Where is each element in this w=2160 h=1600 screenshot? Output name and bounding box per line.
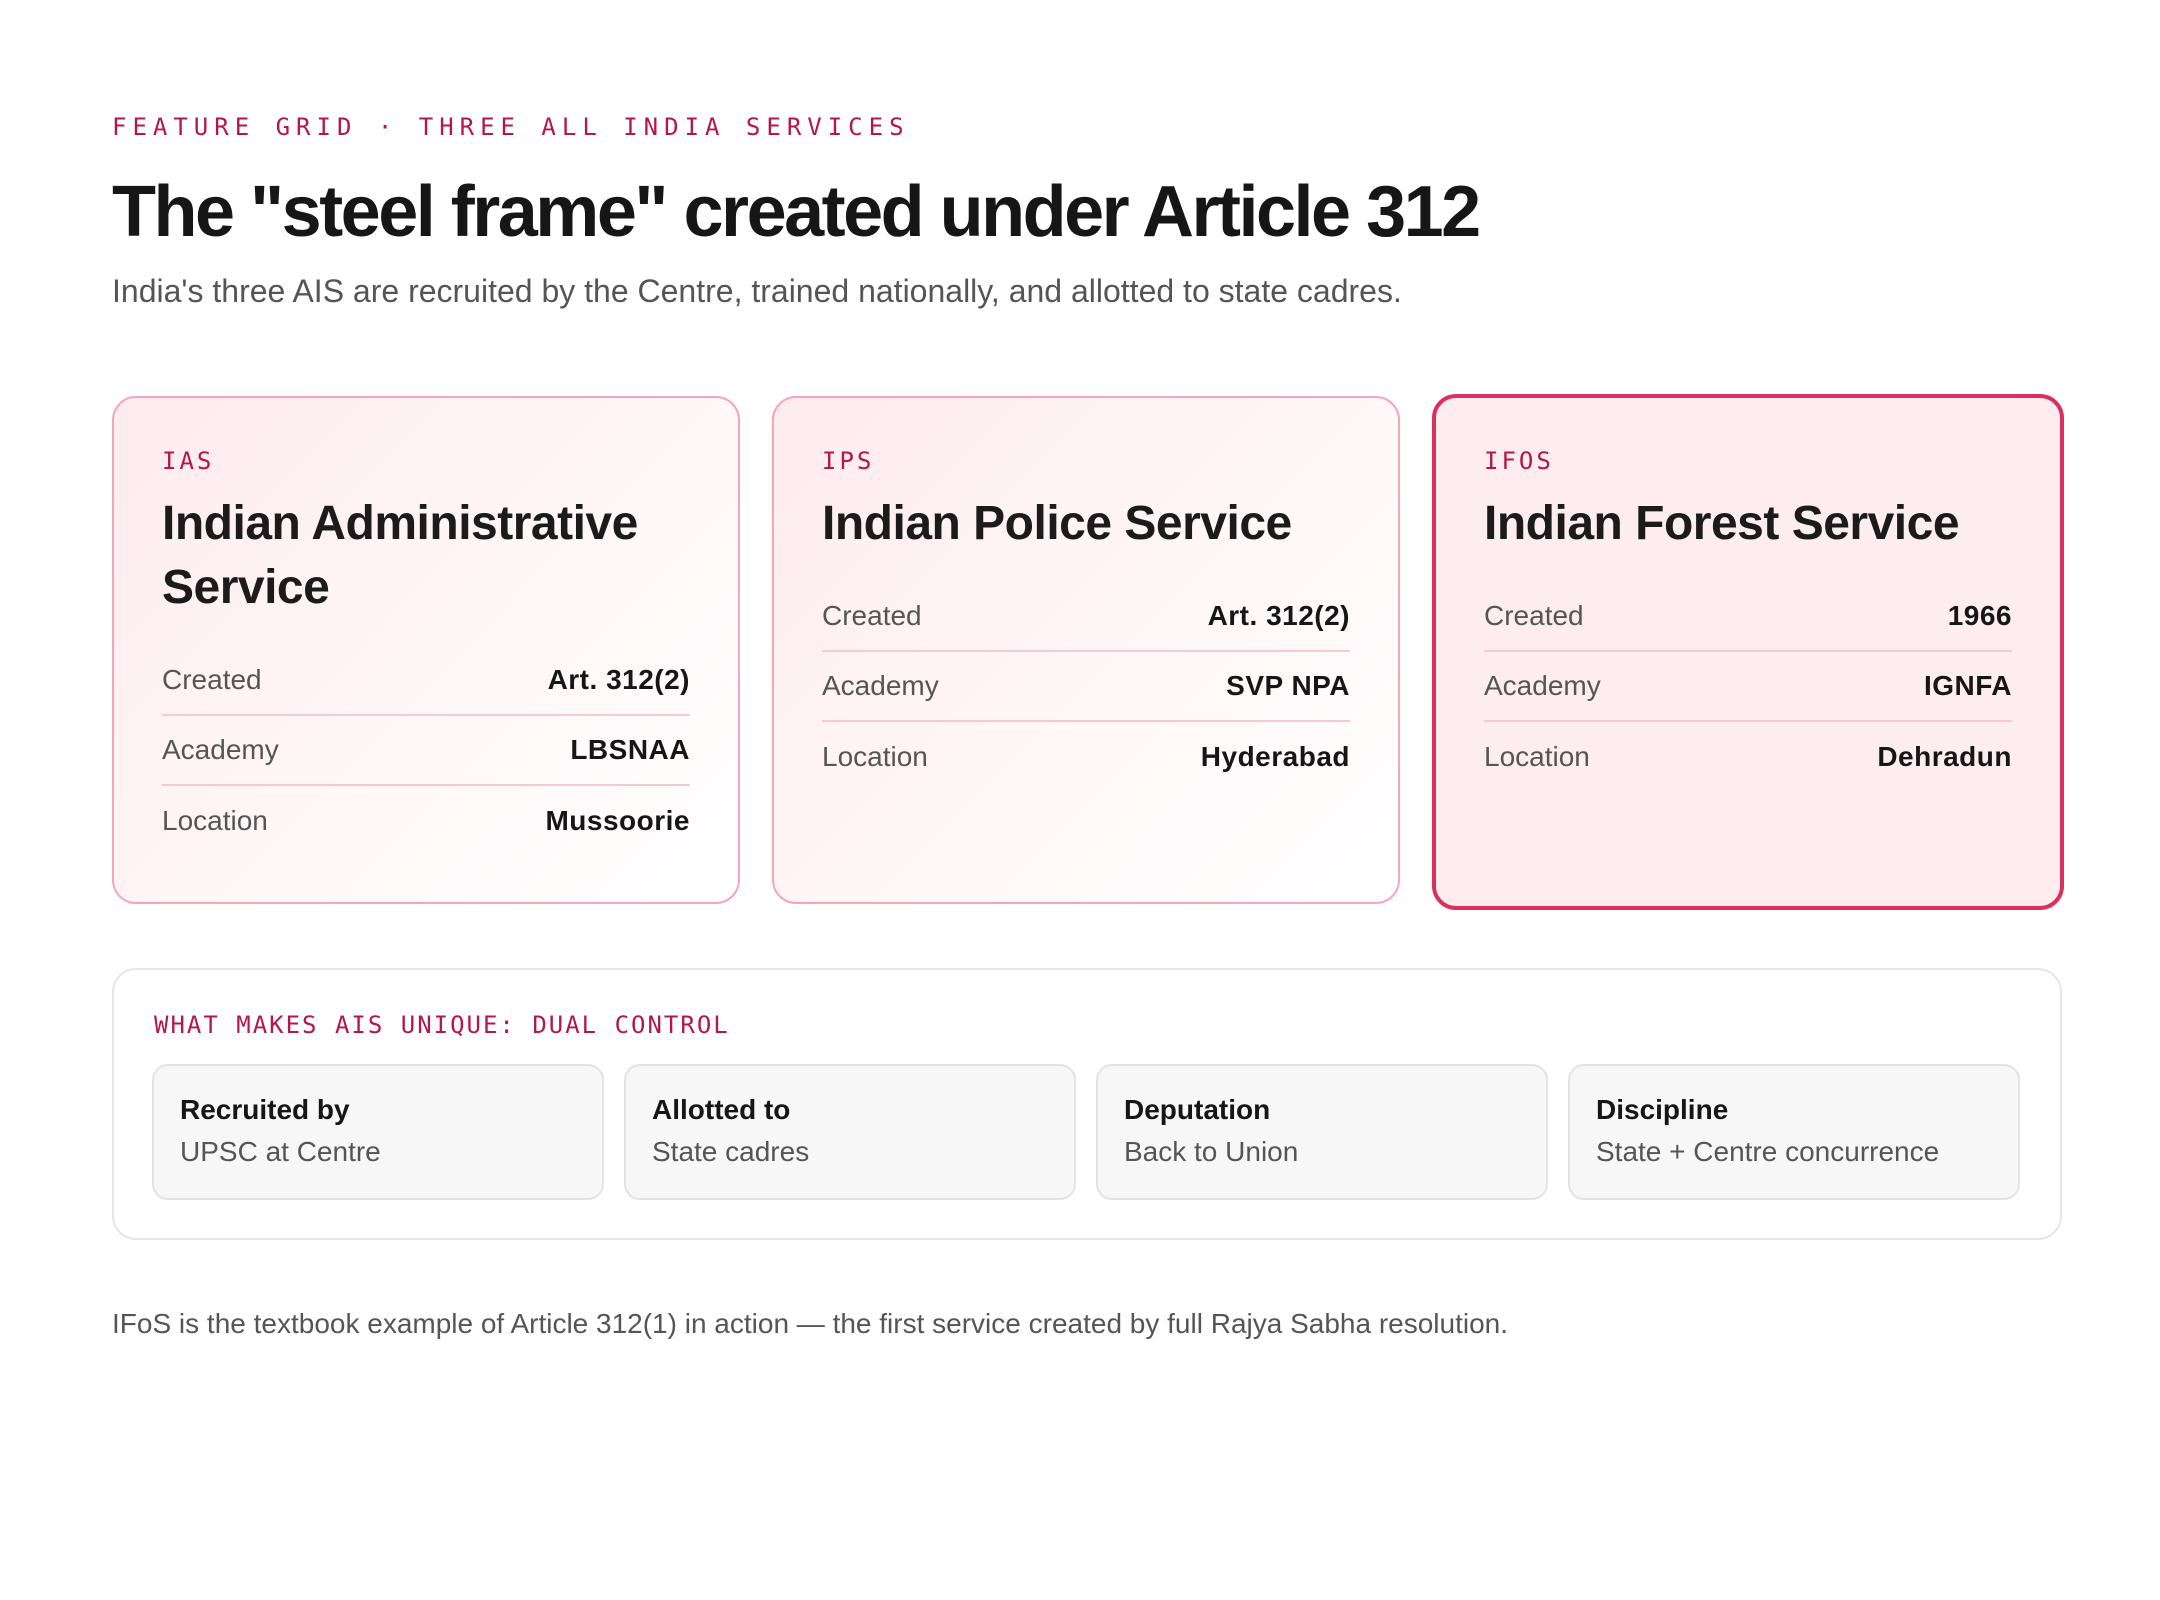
fact-label: Location [822,741,928,772]
page: FEATURE GRID · THREE ALL INDIA SERVICES … [112,110,2064,1339]
service-card-ips: IPS Indian Police Service Created Art. 3… [772,396,1400,904]
fact-label: Academy [822,670,939,701]
card-code: IFOS [1484,447,1554,475]
card-facts: Created Art. 312(2) Academy LBSNAA Locat… [162,646,690,856]
fact-label: Created [822,600,922,631]
fact-value: Art. 312(2) [1207,600,1350,631]
footnote: IFoS is the textbook example of Article … [112,1308,1509,1339]
fact-label: Created [162,664,262,695]
card-title: Indian Forest Service [1484,497,1960,550]
service-card-ifos-highlighted: IFOS Indian Forest Service Created 1966 … [1432,394,2064,910]
fact-row-academy: Academy IGNFA [1484,652,2012,722]
fact-label: Created [1484,600,1584,631]
service-card-grid: IAS Indian Administrative Service Create… [112,394,2064,910]
tile-value: UPSC at Centre [180,1136,381,1167]
tile-recruited-by: Recruited by UPSC at Centre [152,1064,604,1200]
fact-label: Academy [162,734,279,765]
dual-control-tiles: Recruited by UPSC at Centre Allotted to … [152,1064,2024,1200]
service-card-ias: IAS Indian Administrative Service Create… [112,396,740,904]
card-code: IAS [162,447,215,475]
fact-row-created: Created 1966 [1484,582,2012,652]
fact-row-location: Location Hyderabad [822,722,1350,792]
dual-control-panel: WHAT MAKES AIS UNIQUE: DUAL CONTROL Recr… [112,968,2062,1240]
fact-value: SVP NPA [1226,670,1350,701]
tile-value: State cadres [652,1136,810,1167]
fact-label: Location [162,805,268,836]
fact-value: IGNFA [1923,670,2012,701]
card-code: IPS [822,447,875,475]
eyebrow-label: FEATURE GRID · THREE ALL INDIA SERVICES [112,113,910,141]
fact-value: Art. 312(2) [547,664,690,695]
tile-label: Discipline [1596,1094,1729,1125]
tile-allotted-to: Allotted to State cadres [624,1064,1076,1200]
fact-label: Academy [1484,670,1601,701]
fact-row-academy: Academy LBSNAA [162,716,690,786]
tile-label: Recruited by [180,1094,350,1125]
tile-label: Deputation [1124,1094,1271,1125]
fact-value: Mussoorie [545,805,690,836]
fact-label: Location [1484,741,1590,772]
fact-value: 1966 [1947,600,2012,631]
page-subtitle: India's three AIS are recruited by the C… [112,273,1402,309]
card-facts: Created Art. 312(2) Academy SVP NPA Loca… [822,582,1350,792]
tile-value: State + Centre concurrence [1596,1136,1940,1167]
fact-row-created: Created Art. 312(2) [162,646,690,716]
fact-row-location: Location Mussoorie [162,786,690,856]
fact-row-created: Created Art. 312(2) [822,582,1350,652]
card-facts: Created 1966 Academy IGNFA Location Dehr… [1484,582,2012,792]
fact-value: Dehradun [1877,741,2012,772]
card-title: Indian Police Service [822,497,1292,550]
page-title: The "steel frame" created under Article … [112,172,1481,252]
tile-value: Back to Union [1124,1136,1299,1167]
tile-deputation: Deputation Back to Union [1096,1064,1548,1200]
fact-value: LBSNAA [570,734,690,765]
fact-row-academy: Academy SVP NPA [822,652,1350,722]
fact-row-location: Location Dehradun [1484,722,2012,792]
dual-control-title: WHAT MAKES AIS UNIQUE: DUAL CONTROL [154,1011,730,1039]
tile-discipline: Discipline State + Centre concurrence [1568,1064,2020,1200]
tile-label: Allotted to [652,1094,791,1125]
fact-value: Hyderabad [1200,741,1350,772]
card-title: Indian Administrative Service [162,497,638,614]
